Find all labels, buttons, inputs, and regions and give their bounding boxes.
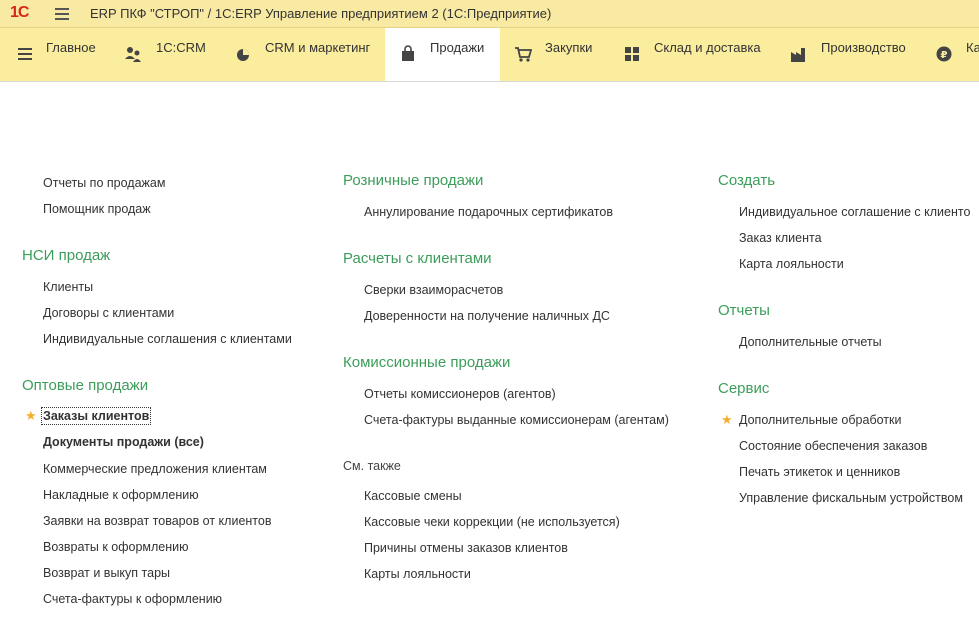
link-return-requests[interactable]: Заявки на возврат товаров от клиентов: [43, 514, 271, 528]
favorite-star-icon: ★: [721, 412, 733, 427]
link-correction-receipts[interactable]: Кассовые чеки коррекции (не используется…: [364, 515, 620, 529]
link-sales-documents-all[interactable]: Документы продажи (все): [43, 435, 204, 449]
section-label: Главное: [46, 40, 96, 55]
section-1c-crm[interactable]: 1С:CRM: [110, 28, 220, 81]
section-label: CRM и маркетинг: [265, 40, 371, 55]
shopping-bag-icon: [402, 45, 414, 61]
section-label: Ка: [966, 40, 979, 55]
link-sales-assistant[interactable]: Помощник продаж: [43, 202, 151, 216]
link-create-client-order[interactable]: Заказ клиента: [739, 231, 822, 245]
group-header-settlements: Расчеты с клиентами: [343, 250, 492, 267]
link-sales-reports[interactable]: Отчеты по продажам: [43, 176, 165, 190]
factory-icon: [791, 48, 805, 62]
title-bar: 1С ERP ПКФ "СТРОП" / 1С:ERP Управление п…: [0, 0, 979, 28]
section-main[interactable]: Главное: [0, 28, 110, 81]
section-label: Производство: [821, 40, 906, 55]
menu-icon: [18, 48, 32, 60]
link-cash-proxies[interactable]: Доверенности на получение наличных ДС: [364, 309, 610, 323]
section-production[interactable]: Производство: [780, 28, 920, 81]
warehouse-grid-icon: [625, 47, 639, 61]
link-agent-reports[interactable]: Отчеты комиссионеров (агентов): [364, 387, 556, 401]
section-label: Склад и доставка: [654, 40, 761, 55]
link-agent-invoices[interactable]: Счета-фактуры выданные комиссионерам (аг…: [364, 413, 669, 427]
link-cancel-gift-certificates[interactable]: Аннулирование подарочных сертификатов: [364, 205, 613, 219]
link-create-individual-agreement[interactable]: Индивидуальное соглашение с клиенто: [739, 205, 970, 219]
link-individual-agreements[interactable]: Индивидуальные соглашения с клиентами: [43, 332, 292, 346]
link-cash-shifts[interactable]: Кассовые смены: [364, 489, 462, 503]
link-additional-reports[interactable]: Дополнительные отчеты: [739, 335, 882, 349]
link-fiscal-device[interactable]: Управление фискальным устройством: [739, 491, 963, 505]
group-header-commission: Комиссионные продажи: [343, 354, 511, 371]
section-sales[interactable]: Продажи: [385, 28, 500, 81]
group-header-nsi: НСИ продаж: [22, 247, 111, 264]
link-client-orders[interactable]: Заказы клиентов: [40, 407, 152, 425]
link-reconciliations[interactable]: Сверки взаиморасчетов: [364, 283, 503, 297]
svg-text:₽: ₽: [941, 50, 948, 61]
link-waybills-to-issue[interactable]: Накладные к оформлению: [43, 488, 199, 502]
section-label: 1С:CRM: [156, 40, 206, 55]
window-title: ERP ПКФ "СТРОП" / 1С:ERP Управление пред…: [90, 6, 552, 21]
cart-icon: [515, 47, 532, 62]
link-client-contracts[interactable]: Договоры с клиентами: [43, 306, 174, 320]
main-menu-icon[interactable]: [55, 8, 69, 20]
favorite-star-icon: ★: [25, 408, 37, 423]
pie-chart-icon: [237, 49, 249, 61]
group-header-see-also: См. также: [343, 459, 401, 473]
section-label: Продажи: [430, 40, 485, 55]
link-returns-to-issue[interactable]: Возвраты к оформлению: [43, 540, 189, 554]
1c-logo[interactable]: 1С: [10, 4, 29, 22]
section-label: Закупки: [545, 40, 593, 55]
section-finance[interactable]: ₽ Ка: [920, 28, 979, 81]
link-print-labels[interactable]: Печать этикеток и ценников: [739, 465, 900, 479]
section-purchases[interactable]: Закупки: [500, 28, 610, 81]
link-create-loyalty-card[interactable]: Карта лояльности: [739, 257, 844, 271]
group-header-wholesale: Оптовые продажи: [22, 377, 149, 394]
group-header-retail: Розничные продажи: [343, 172, 484, 189]
link-container-returns[interactable]: Возврат и выкуп тары: [43, 566, 170, 580]
ruble-icon: ₽: [936, 46, 952, 62]
link-additional-processing[interactable]: Дополнительные обработки: [739, 413, 901, 427]
group-header-create: Создать: [718, 172, 776, 189]
link-commercial-offers[interactable]: Коммерческие предложения клиентам: [43, 462, 267, 476]
link-loyalty-cards[interactable]: Карты лояльности: [364, 567, 471, 581]
group-header-reports: Отчеты: [718, 302, 770, 319]
group-header-service: Сервис: [718, 380, 770, 397]
section-warehouse[interactable]: Склад и доставка: [610, 28, 780, 81]
link-clients[interactable]: Клиенты: [43, 280, 93, 294]
users-icon: [125, 47, 141, 62]
sections-panel: Главное 1С:CRM CRM и маркетинг Продажи З…: [0, 28, 979, 82]
link-order-provision-status[interactable]: Состояние обеспечения заказов: [739, 439, 927, 453]
section-crm-marketing[interactable]: CRM и маркетинг: [220, 28, 385, 81]
link-invoices-to-issue[interactable]: Счета-фактуры к оформлению: [43, 592, 222, 606]
link-order-cancel-reasons[interactable]: Причины отмены заказов клиентов: [364, 541, 568, 555]
